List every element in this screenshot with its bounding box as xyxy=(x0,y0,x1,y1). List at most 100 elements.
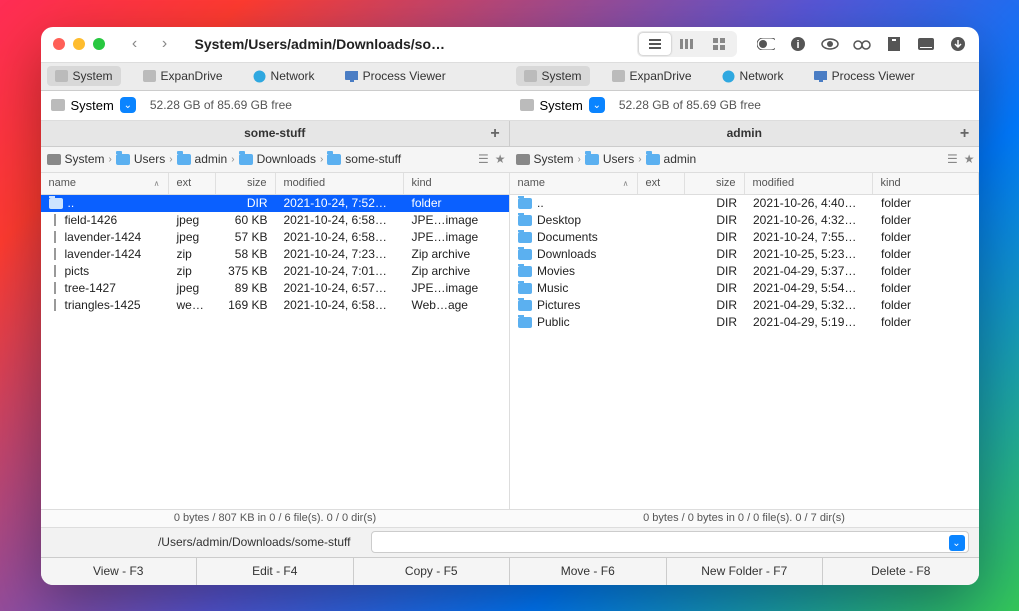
breadcrumb-item[interactable]: System xyxy=(516,152,574,166)
binoculars-icon[interactable] xyxy=(853,35,871,53)
pane-title-label: admin xyxy=(727,126,762,140)
location-tab-system[interactable]: System xyxy=(516,66,590,86)
eye-icon[interactable] xyxy=(821,35,839,53)
crumb-label: Downloads xyxy=(257,152,316,166)
forward-button[interactable]: › xyxy=(153,32,177,56)
minimize-button[interactable] xyxy=(73,38,85,50)
info-icon[interactable]: i xyxy=(789,35,807,53)
menu-icon[interactable]: ☰ xyxy=(478,152,489,166)
breadcrumb-item[interactable]: admin xyxy=(177,152,228,166)
file-row[interactable]: DesktopDIR2021-10-26, 4:32…folder xyxy=(510,212,979,229)
breadcrumb-item[interactable]: some-stuff xyxy=(327,152,401,166)
folder-icon xyxy=(49,198,63,209)
view-columns-button[interactable] xyxy=(671,33,703,55)
view-list-button[interactable] xyxy=(639,33,671,55)
file-row[interactable]: MusicDIR2021-04-29, 5:54…folder xyxy=(510,280,979,297)
pane-title-right: admin + xyxy=(510,121,979,146)
col-name[interactable]: name∧ xyxy=(41,173,169,194)
col-modified[interactable]: modified xyxy=(745,173,873,194)
col-kind[interactable]: kind xyxy=(404,173,510,194)
location-tab-network[interactable]: Network xyxy=(714,66,792,86)
breadcrumb-item[interactable]: Downloads xyxy=(239,152,316,166)
file-list-left[interactable]: ..DIR2021-10-24, 7:52…folderfield-1426jp… xyxy=(41,195,511,509)
file-row[interactable]: tree-1427jpeg89 KB2021-10-24, 6:57…JPE…i… xyxy=(41,280,510,297)
breadcrumb-item[interactable]: System xyxy=(47,152,105,166)
location-tab-network[interactable]: Network xyxy=(245,66,323,86)
folder-icon xyxy=(518,266,532,277)
drive-select-right[interactable]: System ⌄ xyxy=(516,95,609,115)
star-icon[interactable]: ★ xyxy=(964,152,975,166)
col-ext[interactable]: ext xyxy=(638,173,685,194)
col-size[interactable]: size xyxy=(685,173,745,194)
location-tab-expandrive[interactable]: ExpanDrive xyxy=(135,66,231,86)
file-row[interactable]: ..DIR2021-10-26, 4:40…folder xyxy=(510,195,979,212)
cell-kind: JPE…image xyxy=(404,213,510,227)
download-icon[interactable] xyxy=(949,35,967,53)
toggle-icon[interactable] xyxy=(757,35,775,53)
file-row[interactable]: PublicDIR2021-04-29, 5:19…folder xyxy=(510,314,979,331)
breadcrumb-item[interactable]: Users xyxy=(585,152,634,166)
file-icon xyxy=(54,282,57,294)
zoom-button[interactable] xyxy=(93,38,105,50)
file-row[interactable]: field-1426jpeg60 KB2021-10-24, 6:58…JPE…… xyxy=(41,212,510,229)
col-name[interactable]: name∧ xyxy=(510,173,638,194)
file-row[interactable]: ..DIR2021-10-24, 7:52…folder xyxy=(41,195,510,212)
sort-asc-icon: ∧ xyxy=(154,179,160,188)
file-row[interactable]: triangles-1425we…169 KB2021-10-24, 6:58…… xyxy=(41,297,510,314)
location-tab-process-viewer[interactable]: Process Viewer xyxy=(337,66,454,86)
copy-button[interactable]: Copy - F5 xyxy=(354,558,511,585)
folder-icon xyxy=(518,249,532,260)
location-tab-expandrive[interactable]: ExpanDrive xyxy=(604,66,700,86)
cell-size: DIR xyxy=(685,281,745,295)
edit-button[interactable]: Edit - F4 xyxy=(197,558,354,585)
add-tab-right[interactable]: + xyxy=(955,124,975,144)
dropdown-icon[interactable]: ⌄ xyxy=(949,535,965,551)
drive-icon xyxy=(55,70,68,83)
cell-kind: folder xyxy=(873,315,979,329)
file-list-right[interactable]: ..DIR2021-10-26, 4:40…folderDesktopDIR20… xyxy=(510,195,979,509)
cell-size: 60 KB xyxy=(216,213,276,227)
col-kind[interactable]: kind xyxy=(873,173,979,194)
breadcrumb-item[interactable]: admin xyxy=(646,152,697,166)
file-row[interactable]: pictszip375 KB2021-10-24, 7:01…Zip archi… xyxy=(41,263,510,280)
terminal-icon[interactable] xyxy=(917,35,935,53)
file-row[interactable]: lavender-1424zip58 KB2021-10-24, 7:23…Zi… xyxy=(41,246,510,263)
sort-asc-icon: ∧ xyxy=(623,179,629,188)
path-input[interactable]: ⌄ xyxy=(371,531,969,553)
function-keys: View - F3 Edit - F4 Copy - F5 Move - F6 … xyxy=(41,557,979,585)
crumb-label: System xyxy=(534,152,574,166)
view-grid-button[interactable] xyxy=(703,33,735,55)
col-ext[interactable]: ext xyxy=(169,173,216,194)
drivebar: System ⌄ 52.28 GB of 85.69 GB free Syste… xyxy=(41,91,979,121)
delete-button[interactable]: Delete - F8 xyxy=(823,558,979,585)
column-headers: name∧ ext size modified kind name∧ ext s… xyxy=(41,173,979,195)
folder-icon xyxy=(518,198,532,209)
back-button[interactable]: ‹ xyxy=(123,32,147,56)
cell-size: 169 KB xyxy=(216,298,276,312)
move-button[interactable]: Move - F6 xyxy=(510,558,667,585)
new-folder-button[interactable]: New Folder - F7 xyxy=(667,558,824,585)
cell-size: 58 KB xyxy=(216,247,276,261)
pane-title-left: some-stuff + xyxy=(41,121,511,146)
col-modified[interactable]: modified xyxy=(276,173,404,194)
menu-icon[interactable]: ☰ xyxy=(947,152,958,166)
file-row[interactable]: PicturesDIR2021-04-29, 5:32…folder xyxy=(510,297,979,314)
star-icon[interactable]: ★ xyxy=(495,152,506,166)
file-row[interactable]: lavender-1424jpeg57 KB2021-10-24, 6:58…J… xyxy=(41,229,510,246)
file-row[interactable]: DownloadsDIR2021-10-25, 5:23…folder xyxy=(510,246,979,263)
file-row[interactable]: MoviesDIR2021-04-29, 5:37…folder xyxy=(510,263,979,280)
cell-kind: Web…age xyxy=(404,298,510,312)
close-button[interactable] xyxy=(53,38,65,50)
tab-label: ExpanDrive xyxy=(161,69,223,83)
drive-icon xyxy=(524,70,537,83)
cell-size: DIR xyxy=(685,298,745,312)
archive-icon[interactable] xyxy=(885,35,903,53)
location-tab-system[interactable]: System xyxy=(47,66,121,86)
view-button[interactable]: View - F3 xyxy=(41,558,198,585)
drive-select-left[interactable]: System ⌄ xyxy=(47,95,140,115)
add-tab-left[interactable]: + xyxy=(485,124,505,144)
location-tab-process-viewer[interactable]: Process Viewer xyxy=(806,66,923,86)
breadcrumb-item[interactable]: Users xyxy=(116,152,165,166)
file-row[interactable]: DocumentsDIR2021-10-24, 7:55…folder xyxy=(510,229,979,246)
col-size[interactable]: size xyxy=(216,173,276,194)
